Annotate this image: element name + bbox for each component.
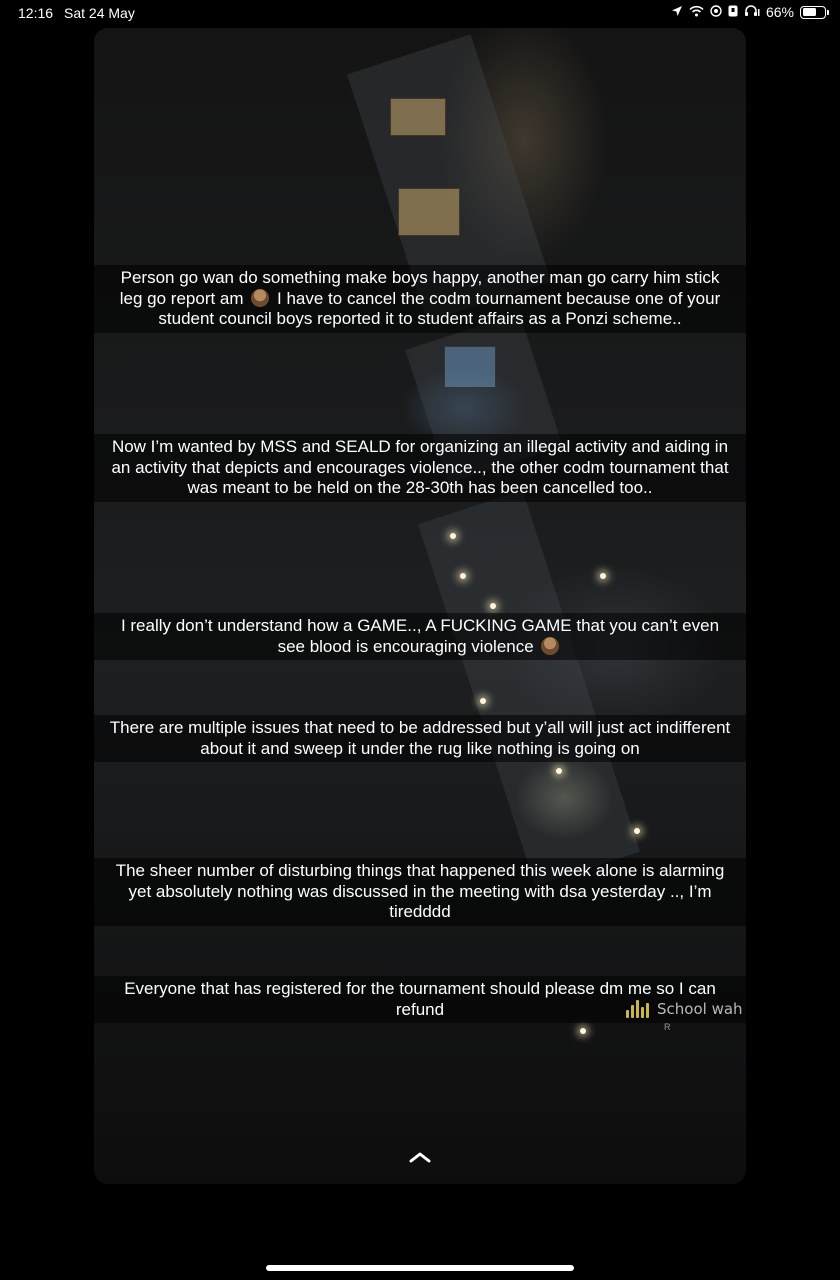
at-sign-icon [710,4,722,20]
story-caption-2: Now I’m wanted by MSS and SEALD for orga… [94,434,746,502]
audio-sticker[interactable]: School wah [626,1000,743,1018]
location-arrow-icon [671,4,683,20]
battery-percent: 66% [765,4,794,20]
background-light [600,573,606,579]
facepalm-emoji-icon [251,288,270,307]
background-light [460,573,466,579]
battery-fill [802,8,816,16]
caption-text: The sheer number of disturbing things th… [115,861,725,921]
home-indicator[interactable] [266,1265,574,1271]
lock-icon [728,4,738,20]
audio-subtitle: R [664,1022,671,1032]
status-bar: 12:16 Sat 24 May 66% [0,0,840,28]
battery-icon [800,5,829,19]
background-light [634,828,640,834]
caption-text: There are multiple issues that need to b… [109,718,731,758]
story-caption-5: The sheer number of disturbing things th… [94,858,746,926]
story-caption-3: I really don’t understand how a GAME.., … [94,613,746,660]
background-light [556,768,562,774]
background-light [480,698,486,704]
audio-title: School wah [657,1000,743,1018]
background-light [580,1028,586,1034]
background-light [450,533,456,539]
chevron-up-icon[interactable] [408,1150,432,1164]
caption-text: I really don’t understand how a GAME.., … [120,616,720,656]
background-window [444,346,496,388]
caption-text: Now I’m wanted by MSS and SEALD for orga… [111,437,729,497]
wifi-icon [689,4,704,20]
status-icons: 66% [671,4,829,20]
background-window [390,98,446,136]
facepalm-emoji-icon [541,636,560,655]
headphones-icon [744,4,760,20]
background-light [490,603,496,609]
story-caption-1: Person go wan do something make boys hap… [94,265,746,333]
audio-waveform-icon [626,1000,649,1018]
background-building [417,490,641,886]
background-window [398,188,460,236]
story-caption-4: There are multiple issues that need to b… [94,715,746,762]
status-time: 12:16 [18,5,54,21]
status-date: Sat 24 May [64,5,135,21]
